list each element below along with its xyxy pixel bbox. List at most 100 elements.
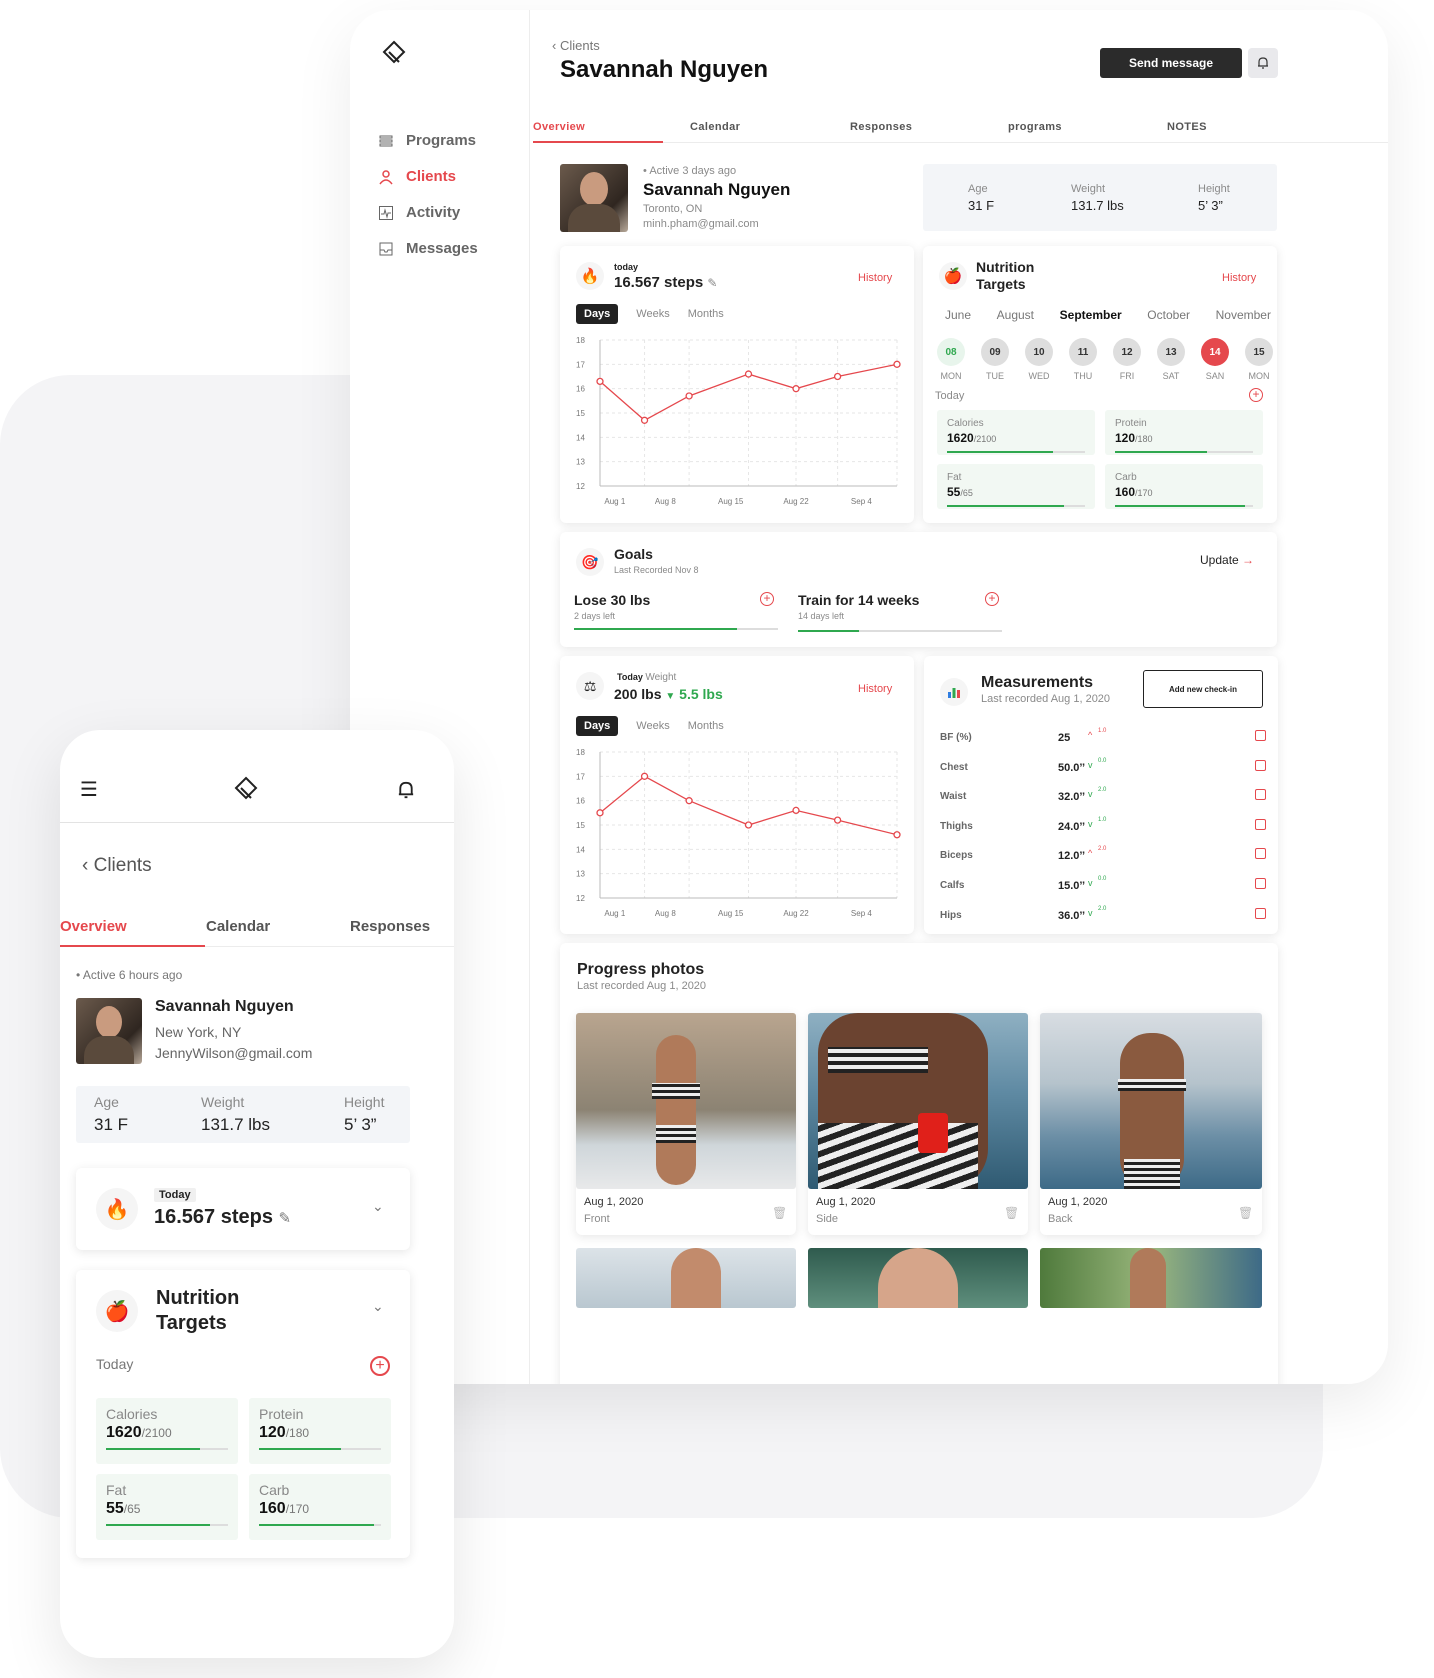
tab-overview[interactable]: Overview: [60, 918, 127, 935]
status-label: Active 3 days ago: [649, 165, 737, 177]
edit-icon[interactable]: ✎: [707, 276, 717, 290]
chart-icon[interactable]: [1255, 730, 1266, 741]
tab-responses[interactable]: Responses: [350, 918, 430, 935]
day-number: 12: [1113, 338, 1141, 366]
progress-bar: [947, 451, 1085, 453]
photo-card[interactable]: Aug 1, 2020 Side 🗑: [808, 1013, 1028, 1235]
nutrition-value: 55: [947, 485, 961, 499]
chart-icon[interactable]: [1255, 759, 1266, 771]
segment-days[interactable]: Days: [576, 716, 619, 736]
data-point: [685, 797, 693, 805]
nutrition-target: /65: [960, 488, 973, 498]
stat-label: Weight: [1071, 183, 1106, 195]
add-icon[interactable]: +: [370, 1356, 390, 1376]
month-item[interactable]: August: [997, 308, 1034, 322]
stat-value: 31 F: [968, 198, 995, 213]
photo-thumb[interactable]: [808, 1248, 1028, 1308]
photo-thumb[interactable]: [1040, 1248, 1262, 1308]
sidebar-item-programs[interactable]: Programs: [378, 132, 476, 149]
month-item[interactable]: June: [945, 308, 971, 322]
data-point: [685, 392, 693, 400]
day-of-week: MON: [1248, 371, 1270, 381]
profile-stats: Age 31 F Weight 131.7 lbs Height 5’ 3”: [76, 1086, 410, 1143]
tab-active-indicator: [60, 945, 205, 947]
chart-icon[interactable]: [1255, 789, 1266, 801]
measurement-value: 50.0’’: [1058, 761, 1086, 774]
day-item[interactable]: 10 WED: [1025, 338, 1053, 381]
segment-days[interactable]: Days: [576, 304, 619, 324]
menu-icon[interactable]: ☰: [80, 780, 98, 800]
tab-programs[interactable]: programs: [1008, 121, 1062, 133]
trash-icon[interactable]: 🗑: [1238, 1206, 1253, 1220]
month-item[interactable]: September: [1060, 308, 1122, 322]
photo-date: Aug 1, 2020: [1048, 1196, 1108, 1208]
breadcrumb[interactable]: ‹ Clients: [552, 38, 600, 53]
nutrition-label: Calories: [106, 1406, 158, 1422]
add-check-in-button[interactable]: Add new check-in: [1143, 670, 1263, 708]
nutrition-history-link[interactable]: History: [1222, 272, 1256, 284]
notifications-button[interactable]: [1248, 48, 1278, 78]
trash-icon[interactable]: 🗑: [1004, 1206, 1019, 1220]
tab-overview[interactable]: Overview: [533, 121, 585, 133]
trash-icon[interactable]: 🗑: [772, 1206, 787, 1220]
measurement-value: 36.0’’: [1058, 909, 1086, 922]
breadcrumb[interactable]: ‹ Clients: [82, 855, 152, 877]
day-item[interactable]: 15 MON: [1245, 338, 1273, 381]
chart-icon[interactable]: [1255, 877, 1266, 889]
data-point: [596, 809, 604, 817]
month-item[interactable]: November: [1216, 308, 1271, 322]
weight-badge: Today: [617, 672, 643, 682]
segment-months[interactable]: Months: [688, 308, 724, 320]
tab-notes[interactable]: NOTES: [1167, 121, 1207, 133]
day-item[interactable]: 09 TUE: [981, 338, 1009, 381]
chart-icon[interactable]: [1255, 848, 1266, 860]
segment-months[interactable]: Months: [688, 720, 724, 732]
add-icon[interactable]: +: [1249, 388, 1263, 402]
add-goal-icon[interactable]: +: [760, 592, 774, 606]
steps-history-link[interactable]: History: [858, 272, 892, 284]
day-item[interactable]: 14 SAN: [1201, 338, 1229, 381]
chart-icon[interactable]: [1255, 818, 1266, 830]
sidebar-item-clients[interactable]: Clients: [378, 168, 456, 185]
chevron-down-icon[interactable]: ⌄: [372, 1298, 384, 1315]
photo-thumb[interactable]: [576, 1248, 796, 1308]
edit-icon[interactable]: ✎: [279, 1210, 292, 1227]
tab-responses[interactable]: Responses: [850, 121, 912, 133]
steps-value-text: 16.567 steps: [614, 274, 704, 291]
day-item[interactable]: 12 FRI: [1113, 338, 1141, 381]
day-item[interactable]: 08 MON: [937, 338, 965, 381]
progress-fill: [947, 505, 1065, 507]
tab-calendar[interactable]: Calendar: [206, 918, 270, 935]
day-item[interactable]: 11 THU: [1069, 338, 1097, 381]
segment-weeks[interactable]: Weeks: [636, 308, 669, 320]
stat-value: 131.7 lbs: [201, 1115, 270, 1134]
photo-card[interactable]: Aug 1, 2020 Front 🗑: [576, 1013, 796, 1235]
progress-fill: [106, 1448, 200, 1450]
steps-value: 16.567 steps ✎: [614, 274, 717, 291]
arrow-down-icon: v: [1088, 818, 1093, 829]
sidebar-item-messages[interactable]: Messages: [378, 240, 478, 257]
nutrition-value: 1620: [947, 431, 974, 445]
chevron-down-icon[interactable]: ⌄: [372, 1198, 384, 1215]
add-goal-icon[interactable]: +: [985, 592, 999, 606]
tab-calendar[interactable]: Calendar: [690, 121, 740, 133]
goal-name: Train for 14 weeks: [798, 592, 920, 608]
arrow-up-icon: ^: [1088, 730, 1093, 740]
photo-card[interactable]: Aug 1, 2020 Back 🗑: [1040, 1013, 1262, 1235]
chart-icon[interactable]: [1255, 907, 1266, 919]
month-item[interactable]: October: [1147, 308, 1190, 322]
day-item[interactable]: 13 SAT: [1157, 338, 1185, 381]
measurement-value: 24.0’’: [1058, 820, 1086, 833]
sidebar-item-activity[interactable]: Activity: [378, 204, 460, 221]
steps-card[interactable]: 🔥 Today 16.567 steps ✎ ⌄: [76, 1168, 410, 1250]
bell-icon[interactable]: [396, 780, 416, 800]
update-link[interactable]: Update →: [1200, 553, 1254, 567]
weight-history-link[interactable]: History: [858, 683, 892, 695]
send-message-button[interactable]: Send message: [1100, 48, 1242, 78]
steps-value: 16.567 steps ✎: [154, 1206, 291, 1229]
header-divider: [60, 822, 454, 823]
measurement-delta: 0.0: [1098, 757, 1107, 764]
segment-weeks[interactable]: Weeks: [636, 720, 669, 732]
target-icon: 🎯: [576, 548, 604, 576]
measurements-subtitle: Last recorded Aug 1, 2020: [981, 693, 1111, 705]
